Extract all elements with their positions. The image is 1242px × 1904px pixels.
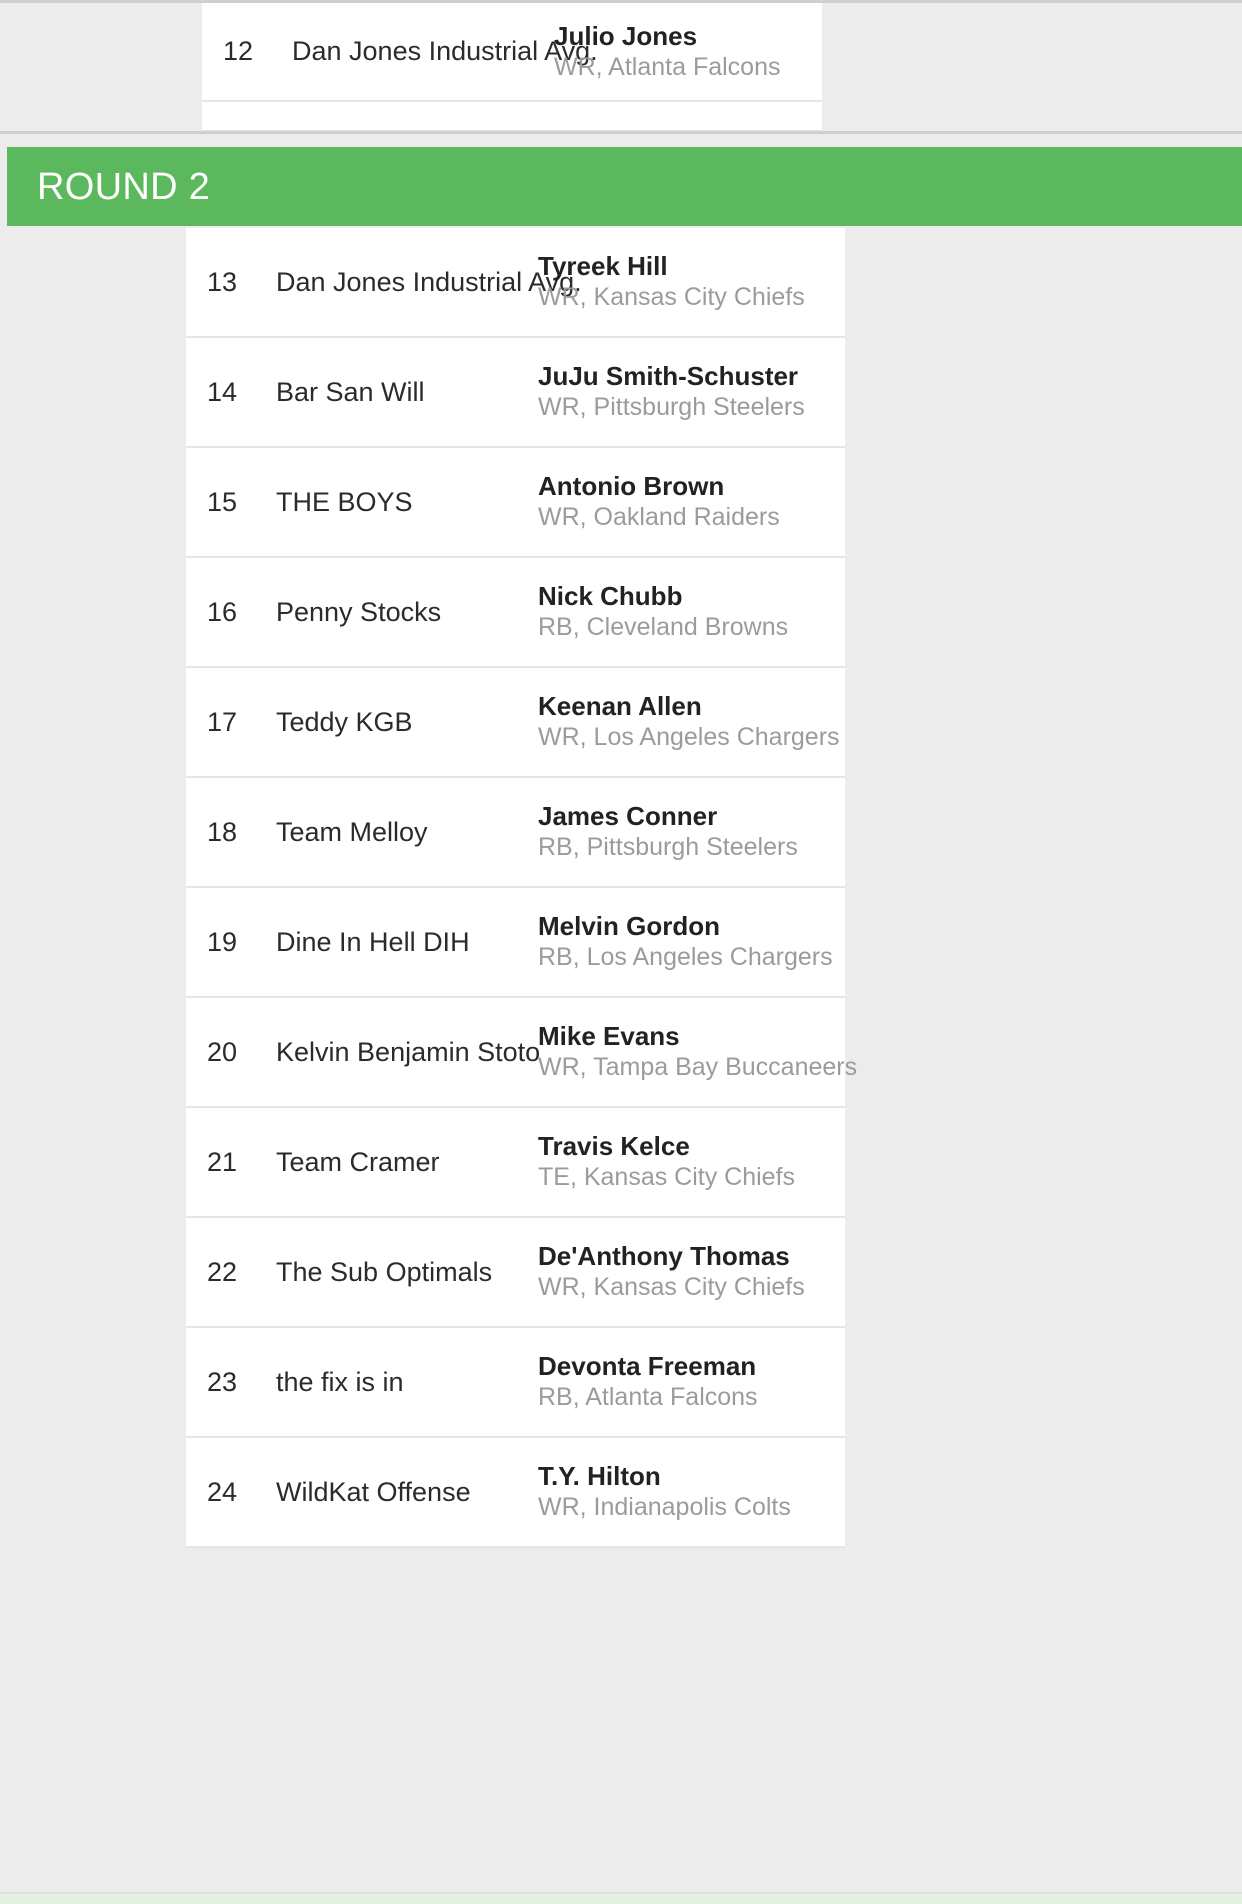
draft-pick-row[interactable]: 19 Dine In Hell DIH Melvin Gordon RB, Los A… (186, 888, 845, 998)
round2-picks-card: 13 Dan Jones Industrial Avg. Tyreek Hill WR… (186, 228, 858, 1548)
player-name: JuJu Smith-Schuster (538, 361, 799, 392)
player-name: Travis Kelce (538, 1131, 690, 1162)
pick-owner-name: Dine In Hell DIH (276, 926, 470, 957)
pick-owner-name: Teddy KGB (276, 706, 413, 737)
pick-player: Nick Chubb RB, Cleveland Browns (536, 581, 845, 642)
player-name: Antonio Brown (538, 471, 725, 502)
player-position-team: TE, Kansas City Chiefs (538, 1163, 796, 1192)
player-name: Keenan Allen (538, 691, 702, 722)
player-position-team: WR, Tampa Bay Buccaneers (538, 1053, 858, 1082)
draft-pick-row[interactable]: 23 the fix is in Devonta Freeman RB, Atlant… (186, 1328, 845, 1438)
player-name: James Conner (538, 801, 718, 832)
pick-number: 15 (206, 486, 238, 517)
draft-pick-row[interactable]: 21 Team Cramer Travis Kelce TE, Kansas City… (186, 1108, 845, 1218)
round-divider (0, 131, 1242, 134)
player-name: Mike Evans (538, 1021, 680, 1052)
player-position-team: RB, Atlanta Falcons (538, 1383, 758, 1412)
pick-owner-name: the fix is in (276, 1366, 404, 1397)
pick-player: Melvin Gordon RB, Los Angeles Chargers (536, 911, 845, 972)
pick-owner-name: WildKat Offense (276, 1476, 471, 1507)
pick-player: Tyreek Hill WR, Kansas City Chiefs (536, 251, 845, 312)
next-pick-highlight-strip (0, 1892, 1242, 1904)
player-position-team: RB, Pittsburgh Steelers (538, 833, 798, 862)
player-position-team: WR, Kansas City Chiefs (538, 1273, 805, 1302)
player-position-team: WR, Pittsburgh Steelers (538, 393, 805, 422)
pick-number: 24 (206, 1476, 238, 1507)
player-name: Tyreek Hill (538, 251, 668, 282)
pick-number: 21 (206, 1146, 238, 1177)
pick-player: Julio Jones WR, Atlanta Falcons (552, 21, 822, 82)
draft-pick-row[interactable]: 16 Penny Stocks Nick Chubb RB, Cleveland Br… (186, 558, 845, 668)
player-position-team: WR, Atlanta Falcons (554, 52, 781, 81)
player-position-team: RB, Los Angeles Chargers (538, 943, 833, 972)
pick-player: Keenan Allen WR, Los Angeles Chargers (536, 691, 845, 752)
pick-player: Mike Evans WR, Tampa Bay Buccaneers (536, 1021, 858, 1082)
player-name: Melvin Gordon (538, 911, 720, 942)
pick-owner-name: Penny Stocks (276, 596, 442, 627)
player-name: T.Y. Hilton (538, 1461, 661, 1492)
pick-owner-name: Team Melloy (276, 816, 428, 847)
pick-owner-name: The Sub Optimals (276, 1256, 493, 1287)
pick-number: 19 (206, 926, 238, 957)
round-title: ROUND 2 (37, 165, 211, 208)
draft-pick-row[interactable]: 15 THE BOYS Antonio Brown WR, Oakland Raide… (186, 448, 845, 558)
player-position-team: RB, Cleveland Browns (538, 613, 789, 642)
draft-pick-row[interactable]: 20 Kelvin Benjamin Stoto Mike Evans WR, Tam… (186, 998, 858, 1108)
pick-player: Antonio Brown WR, Oakland Raiders (536, 471, 845, 532)
pick-player: T.Y. Hilton WR, Indianapolis Colts (536, 1461, 845, 1522)
pick-player: Devonta Freeman RB, Atlanta Falcons (536, 1351, 845, 1412)
pick-player: James Conner RB, Pittsburgh Steelers (536, 801, 845, 862)
player-position-team: WR, Kansas City Chiefs (538, 283, 805, 312)
pick-owner-name: Kelvin Benjamin Stoto (276, 1036, 541, 1067)
player-name: Julio Jones (554, 20, 698, 51)
draft-pick-row[interactable]: 18 Team Melloy James Conner RB, Pittsburgh … (186, 778, 845, 888)
round-header-banner: ROUND 2 (7, 147, 1242, 226)
pick-number: 16 (206, 596, 238, 627)
pick-number: 12 (222, 36, 254, 66)
pick-number: 23 (206, 1366, 238, 1397)
player-name: De'Anthony Thomas (538, 1241, 790, 1272)
pick-owner-name: THE BOYS (276, 486, 413, 517)
player-position-team: WR, Los Angeles Chargers (538, 723, 840, 752)
pick-number: 17 (206, 706, 238, 737)
pick-number: 22 (206, 1256, 238, 1287)
draft-pick-row[interactable]: 17 Teddy KGB Keenan Allen WR, Los Angeles C… (186, 668, 845, 778)
pick-owner-name: Team Cramer (276, 1146, 440, 1177)
pick-number: 20 (206, 1036, 238, 1067)
pick-player: JuJu Smith-Schuster WR, Pittsburgh Steele… (536, 361, 845, 422)
pick-owner-name: Dan Jones Industrial Avg. (276, 266, 582, 297)
draft-pick-row[interactable]: 13 Dan Jones Industrial Avg. Tyreek Hill WR… (186, 228, 845, 338)
pick-player: Travis Kelce TE, Kansas City Chiefs (536, 1131, 845, 1192)
previous-round-card: 12 Dan Jones Industrial Avg. Julio Jones… (202, 3, 822, 132)
pick-player: De'Anthony Thomas WR, Kansas City Chiefs (536, 1241, 845, 1302)
player-name: Devonta Freeman (538, 1351, 757, 1382)
player-position-team: WR, Oakland Raiders (538, 503, 780, 532)
draft-pick-row[interactable]: 14 Bar San Will JuJu Smith-Schuster WR, Pit… (186, 338, 845, 448)
draft-pick-row[interactable]: 22 The Sub Optimals De'Anthony Thomas WR, K… (186, 1218, 845, 1328)
player-name: Nick Chubb (538, 581, 683, 612)
pick-owner-name: Bar San Will (276, 376, 425, 407)
pick-number: 14 (206, 376, 238, 407)
draft-pick-row[interactable]: 24 WildKat Offense T.Y. Hilton WR, Indianap… (186, 1438, 845, 1548)
draft-pick-row-partial[interactable] (202, 102, 822, 132)
player-position-team: WR, Indianapolis Colts (538, 1493, 791, 1522)
draft-pick-row[interactable]: 12 Dan Jones Industrial Avg. Julio Jones… (202, 3, 822, 102)
pick-number: 18 (206, 816, 238, 847)
pick-number: 13 (206, 266, 238, 297)
pick-owner-name: Dan Jones Industrial Avg. (292, 36, 598, 66)
